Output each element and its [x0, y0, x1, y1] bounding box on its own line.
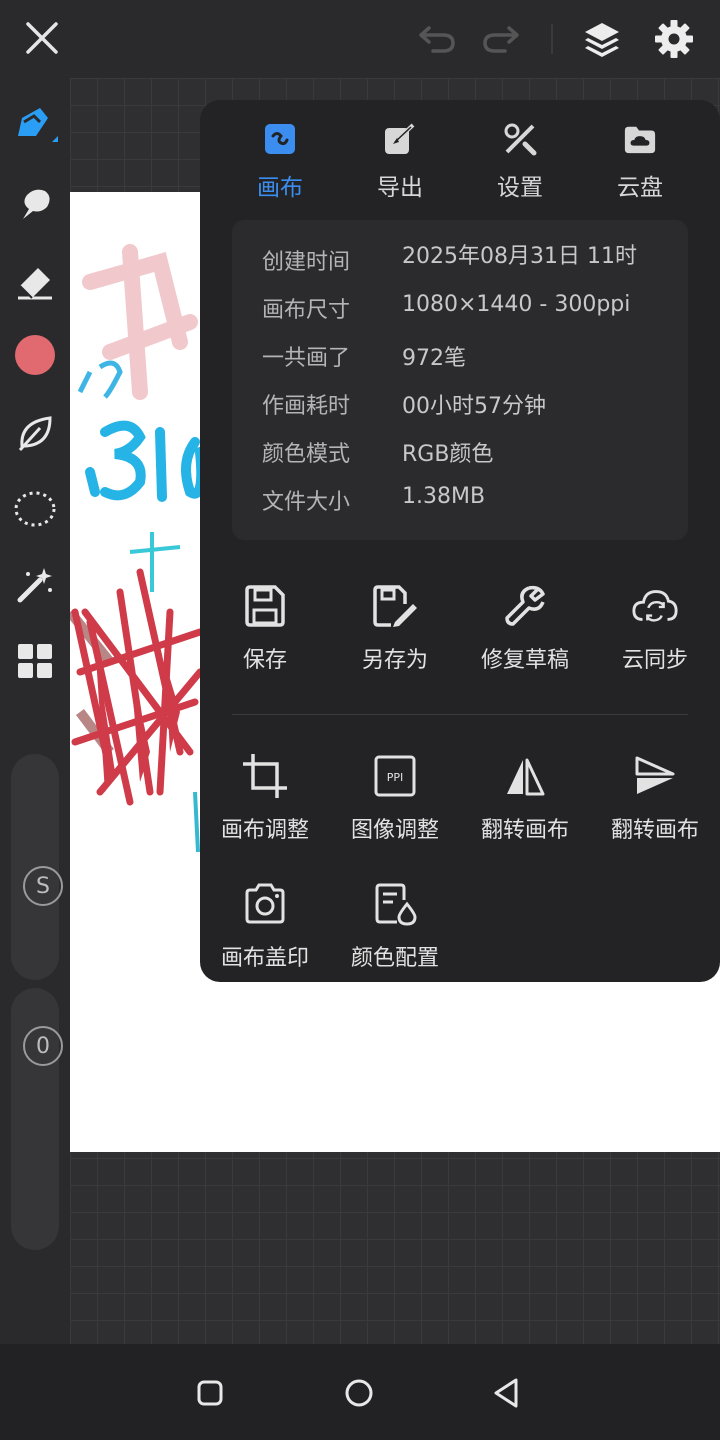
ppi-icon: PPI	[371, 752, 419, 800]
info-key: 文件大小	[262, 490, 351, 515]
circle-icon[interactable]	[334, 1368, 384, 1418]
canvas-adjust-label: 画布调整	[220, 818, 309, 843]
eraser-icon[interactable]	[10, 258, 60, 308]
save-as-button[interactable]: 另存为	[330, 582, 460, 692]
save-button[interactable]: 保存	[200, 582, 330, 692]
repair-draft-button[interactable]: 修复草稿	[460, 582, 590, 692]
save-label: 保存	[242, 648, 287, 673]
layers-icon[interactable]	[576, 14, 628, 64]
panel-divider	[232, 714, 688, 715]
image-adjust-button[interactable]: PPI 图像调整	[330, 752, 460, 862]
flip-horizontal-icon	[501, 752, 549, 800]
info-key: 画布尺寸	[262, 298, 351, 323]
grid-icon[interactable]	[10, 636, 60, 686]
opacity-knob[interactable]: 0	[23, 1026, 63, 1066]
canvas-adjust-button[interactable]: 画布调整	[200, 752, 330, 862]
info-value: RGB颜色	[402, 442, 494, 467]
tab-settings[interactable]: 设置	[460, 118, 580, 208]
info-key: 创建时间	[262, 250, 351, 275]
flip-vertical-icon	[631, 752, 679, 800]
flip-horizontal-button[interactable]: 翻转画布	[460, 752, 590, 862]
info-value: 972笔	[402, 346, 466, 371]
flip-vertical-label: 翻转画布	[610, 818, 699, 843]
magic-wand-icon[interactable]	[10, 560, 60, 610]
tab-export[interactable]: 导出	[340, 118, 460, 208]
save-icon	[241, 582, 289, 630]
toolbar-divider	[551, 24, 553, 54]
canvas-info-card: 创建时间 2025年08月31日 11时 画布尺寸 1080×1440 - 30…	[232, 220, 688, 540]
svg-text:PPI: PPI	[387, 771, 404, 784]
flip-horizontal-label: 翻转画布	[480, 818, 569, 843]
square-icon[interactable]	[185, 1368, 235, 1418]
info-key: 颜色模式	[262, 442, 351, 467]
camera-icon	[241, 880, 289, 928]
color-config-icon	[371, 880, 419, 928]
triangle-back-icon[interactable]	[482, 1368, 532, 1418]
brush-size-knob[interactable]: S	[23, 866, 63, 906]
color-swatch[interactable]	[10, 330, 60, 380]
info-value: 1.38MB	[402, 484, 486, 509]
info-key: 一共画了	[262, 346, 351, 371]
info-value: 00小时57分钟	[402, 394, 546, 419]
leaf-icon[interactable]	[10, 408, 60, 458]
system-nav-bar	[0, 1344, 720, 1440]
brush-icon[interactable]	[10, 100, 60, 150]
info-value: 2025年08月31日 11时	[402, 244, 637, 269]
save-as-icon	[371, 582, 419, 630]
lasso-icon[interactable]	[10, 484, 60, 534]
opacity-label: 0	[36, 1033, 50, 1059]
color-config-button[interactable]: 颜色配置	[330, 880, 460, 990]
wrench-icon	[501, 582, 549, 630]
image-adjust-label: 图像调整	[350, 818, 439, 843]
canvas-stamp-button[interactable]: 画布盖印	[200, 880, 330, 990]
top-toolbar	[0, 0, 720, 78]
canvas-icon	[263, 122, 297, 156]
gear-icon[interactable]	[648, 14, 700, 64]
brush-size-label: S	[36, 873, 50, 899]
repair-draft-label: 修复草稿	[480, 648, 569, 673]
tab-canvas[interactable]: 画布	[220, 118, 340, 208]
opacity-slider[interactable]: 0	[11, 988, 63, 1250]
tab-settings-label: 设置	[497, 175, 543, 201]
crop-icon	[241, 752, 289, 800]
tab-canvas-label: 画布	[257, 175, 303, 201]
canvas-settings-panel: 画布 导出 设置 云盘 创建时间 2025年08月31日 11时 画布尺寸 10…	[200, 100, 720, 982]
info-value: 1080×1440 - 300ppi	[402, 292, 631, 317]
cloud-sync-icon	[631, 582, 679, 630]
smudge-icon[interactable]	[10, 180, 60, 230]
cloud-drive-icon	[623, 122, 657, 156]
close-icon[interactable]	[18, 14, 66, 62]
undo-icon[interactable]	[412, 16, 462, 62]
export-icon	[383, 122, 417, 156]
color-config-label: 颜色配置	[350, 946, 439, 971]
tools-icon	[503, 122, 537, 156]
panel-tabs: 画布 导出 设置 云盘	[200, 118, 720, 208]
redo-icon[interactable]	[476, 16, 526, 62]
info-key: 作画耗时	[262, 394, 351, 419]
flip-vertical-button[interactable]: 翻转画布	[590, 752, 720, 862]
cloud-sync-label: 云同步	[621, 648, 688, 673]
tab-cloud-drive[interactable]: 云盘	[580, 118, 700, 208]
tab-cloud-drive-label: 云盘	[617, 175, 663, 201]
brush-size-slider[interactable]: S	[11, 754, 63, 980]
save-as-label: 另存为	[361, 648, 428, 673]
tool-sidebar: S 0	[0, 78, 70, 1344]
canvas-stamp-label: 画布盖印	[220, 946, 309, 971]
tab-export-label: 导出	[377, 175, 423, 201]
cloud-sync-button[interactable]: 云同步	[590, 582, 720, 692]
